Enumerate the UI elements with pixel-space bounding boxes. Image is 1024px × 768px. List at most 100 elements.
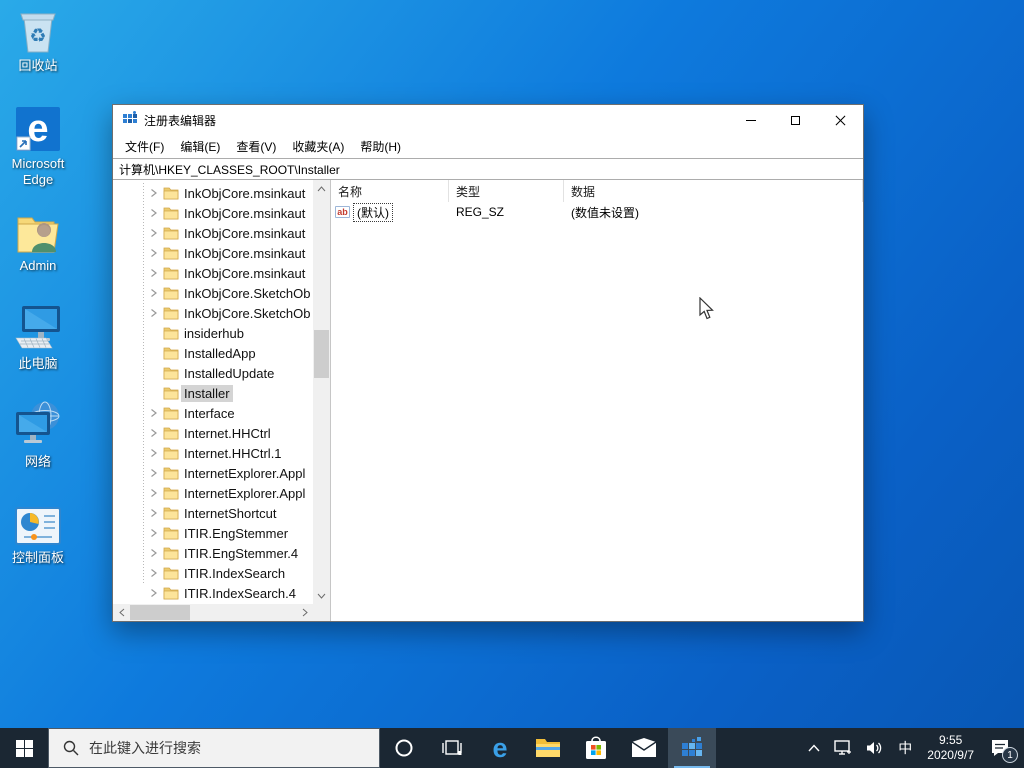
folder-icon <box>163 306 181 320</box>
tree-item[interactable]: InternetExplorer.Appl <box>113 463 313 483</box>
cortana-button[interactable] <box>380 728 428 768</box>
menu-favorites[interactable]: 收藏夹(A) <box>284 135 352 158</box>
menu-bar: 文件(F) 编辑(E) 查看(V) 收藏夹(A) 帮助(H) <box>113 135 863 158</box>
desktop-icon-recycle-bin[interactable]: ♻ 回收站 <box>0 8 76 74</box>
clock[interactable]: 9:55 2020/9/7 <box>919 733 982 763</box>
tree-item-label: InstalledApp <box>184 345 256 361</box>
chevron-right-icon[interactable] <box>149 548 163 558</box>
scroll-left-icon[interactable] <box>113 604 130 621</box>
chevron-right-icon[interactable] <box>149 228 163 238</box>
store-button[interactable] <box>572 728 620 768</box>
minimize-button[interactable] <box>728 105 773 135</box>
tree-item-label: InternetExplorer.Appl <box>184 465 306 481</box>
vertical-scroll-thumb[interactable] <box>314 330 329 378</box>
tree-item[interactable]: InkObjCore.SketchOb <box>113 283 313 303</box>
chevron-right-icon[interactable] <box>149 448 163 458</box>
tree-item[interactable]: InstalledUpdate <box>113 363 313 383</box>
chevron-right-icon[interactable] <box>149 188 163 198</box>
titlebar[interactable]: 注册表编辑器 <box>113 105 863 135</box>
tree-vertical-scrollbar[interactable] <box>313 180 330 604</box>
tree-item[interactable]: InternetShortcut <box>113 503 313 523</box>
desktop-icon-label: 控制面板 <box>11 550 64 565</box>
tray-network-button[interactable] <box>827 728 859 768</box>
recycle-bin-icon: ♻ <box>0 8 76 54</box>
edge-taskbar-button[interactable]: e <box>476 728 524 768</box>
close-button[interactable] <box>818 105 863 135</box>
desktop-icon-label: 回收站 <box>18 58 58 73</box>
action-center-button[interactable]: 1 <box>982 728 1024 768</box>
desktop-icon-control-panel[interactable]: 控制面板 <box>0 506 76 566</box>
scroll-down-icon[interactable] <box>313 587 330 604</box>
tree-item[interactable]: ITIR.IndexSearch <box>113 563 313 583</box>
menu-edit[interactable]: 编辑(E) <box>172 135 228 158</box>
desktop-icon-admin[interactable]: Admin <box>0 212 76 274</box>
menu-view[interactable]: 查看(V) <box>228 135 284 158</box>
search-input[interactable]: 在此键入进行搜索 <box>48 728 380 768</box>
tree-item[interactable]: InstalledApp <box>113 343 313 363</box>
address-bar[interactable]: 计算机\HKEY_CLASSES_ROOT\Installer <box>113 158 863 180</box>
tree-item[interactable]: InkObjCore.SketchOb <box>113 303 313 323</box>
value-name[interactable]: (默认) <box>353 202 393 222</box>
tree-item-label: Installer <box>181 384 233 402</box>
tray-chevron-button[interactable] <box>801 728 827 768</box>
start-button[interactable] <box>0 728 48 768</box>
tree-item[interactable]: Internet.HHCtrl.1 <box>113 443 313 463</box>
chevron-right-icon[interactable] <box>149 588 163 598</box>
folder-icon <box>163 206 181 220</box>
menu-help[interactable]: 帮助(H) <box>352 135 409 158</box>
tree-item-label: ITIR.EngStemmer <box>184 525 289 541</box>
chevron-right-icon[interactable] <box>149 408 163 418</box>
scroll-right-icon[interactable] <box>296 604 313 621</box>
chevron-right-icon[interactable] <box>149 248 163 258</box>
cortana-icon <box>395 739 413 757</box>
reg-sz-string-icon: ab <box>335 206 350 218</box>
tree-item[interactable]: InkObjCore.msinkaut <box>113 243 313 263</box>
desktop-icon-network[interactable]: 网络 <box>0 398 76 470</box>
tree-item[interactable]: InkObjCore.msinkaut <box>113 203 313 223</box>
maximize-button[interactable] <box>773 105 818 135</box>
chevron-right-icon[interactable] <box>149 428 163 438</box>
horizontal-scroll-thumb[interactable] <box>130 605 190 620</box>
chevron-right-icon[interactable] <box>149 268 163 278</box>
regedit-taskbar-button[interactable] <box>668 728 716 768</box>
desktop-icon-edge[interactable]: e Microsoft Edge <box>0 106 76 188</box>
column-header-type[interactable]: 类型 <box>449 180 564 202</box>
desktop-icon-this-pc[interactable]: 此电脑 <box>0 300 76 372</box>
value-type: REG_SZ <box>456 205 505 219</box>
column-header-name[interactable]: 名称 <box>331 180 449 202</box>
tree-item[interactable]: Internet.HHCtrl <box>113 423 313 443</box>
tree-item[interactable]: InkObjCore.msinkaut <box>113 183 313 203</box>
tree-item[interactable]: ITIR.IndexSearch.4 <box>113 583 313 603</box>
chevron-right-icon[interactable] <box>149 488 163 498</box>
menu-file[interactable]: 文件(F) <box>117 135 172 158</box>
tree-item[interactable]: InternetExplorer.Appl <box>113 483 313 503</box>
tray-volume-button[interactable] <box>859 728 891 768</box>
tree-item[interactable]: Installer <box>113 383 313 403</box>
tree-item[interactable]: InkObjCore.msinkaut <box>113 263 313 283</box>
maximize-icon <box>791 115 800 125</box>
tree-item-label: insiderhub <box>184 325 244 341</box>
chevron-right-icon[interactable] <box>149 288 163 298</box>
chevron-right-icon[interactable] <box>149 568 163 578</box>
chevron-right-icon[interactable] <box>149 208 163 218</box>
chevron-right-icon[interactable] <box>149 308 163 318</box>
value-row[interactable]: ab (默认) REG_SZ (数值未设置) <box>331 202 863 222</box>
scroll-up-icon[interactable] <box>313 180 330 197</box>
task-view-button[interactable] <box>428 728 476 768</box>
tree-item[interactable]: ITIR.EngStemmer <box>113 523 313 543</box>
mail-button[interactable] <box>620 728 668 768</box>
tree-item[interactable]: InkObjCore.msinkaut <box>113 223 313 243</box>
tree-item[interactable]: Interface <box>113 403 313 423</box>
chevron-right-icon[interactable] <box>149 468 163 478</box>
tree-horizontal-scrollbar[interactable] <box>113 604 313 621</box>
ime-indicator[interactable]: 中 <box>891 728 919 768</box>
file-explorer-button[interactable] <box>524 728 572 768</box>
address-path: 计算机\HKEY_CLASSES_ROOT\Installer <box>119 162 340 177</box>
folder-icon <box>163 226 181 240</box>
column-header-data[interactable]: 数据 <box>564 180 863 202</box>
tree-item[interactable]: ITIR.EngStemmer.4 <box>113 543 313 563</box>
chevron-right-icon[interactable] <box>149 508 163 518</box>
folder-icon <box>163 426 181 440</box>
tree-item[interactable]: insiderhub <box>113 323 313 343</box>
chevron-right-icon[interactable] <box>149 528 163 538</box>
